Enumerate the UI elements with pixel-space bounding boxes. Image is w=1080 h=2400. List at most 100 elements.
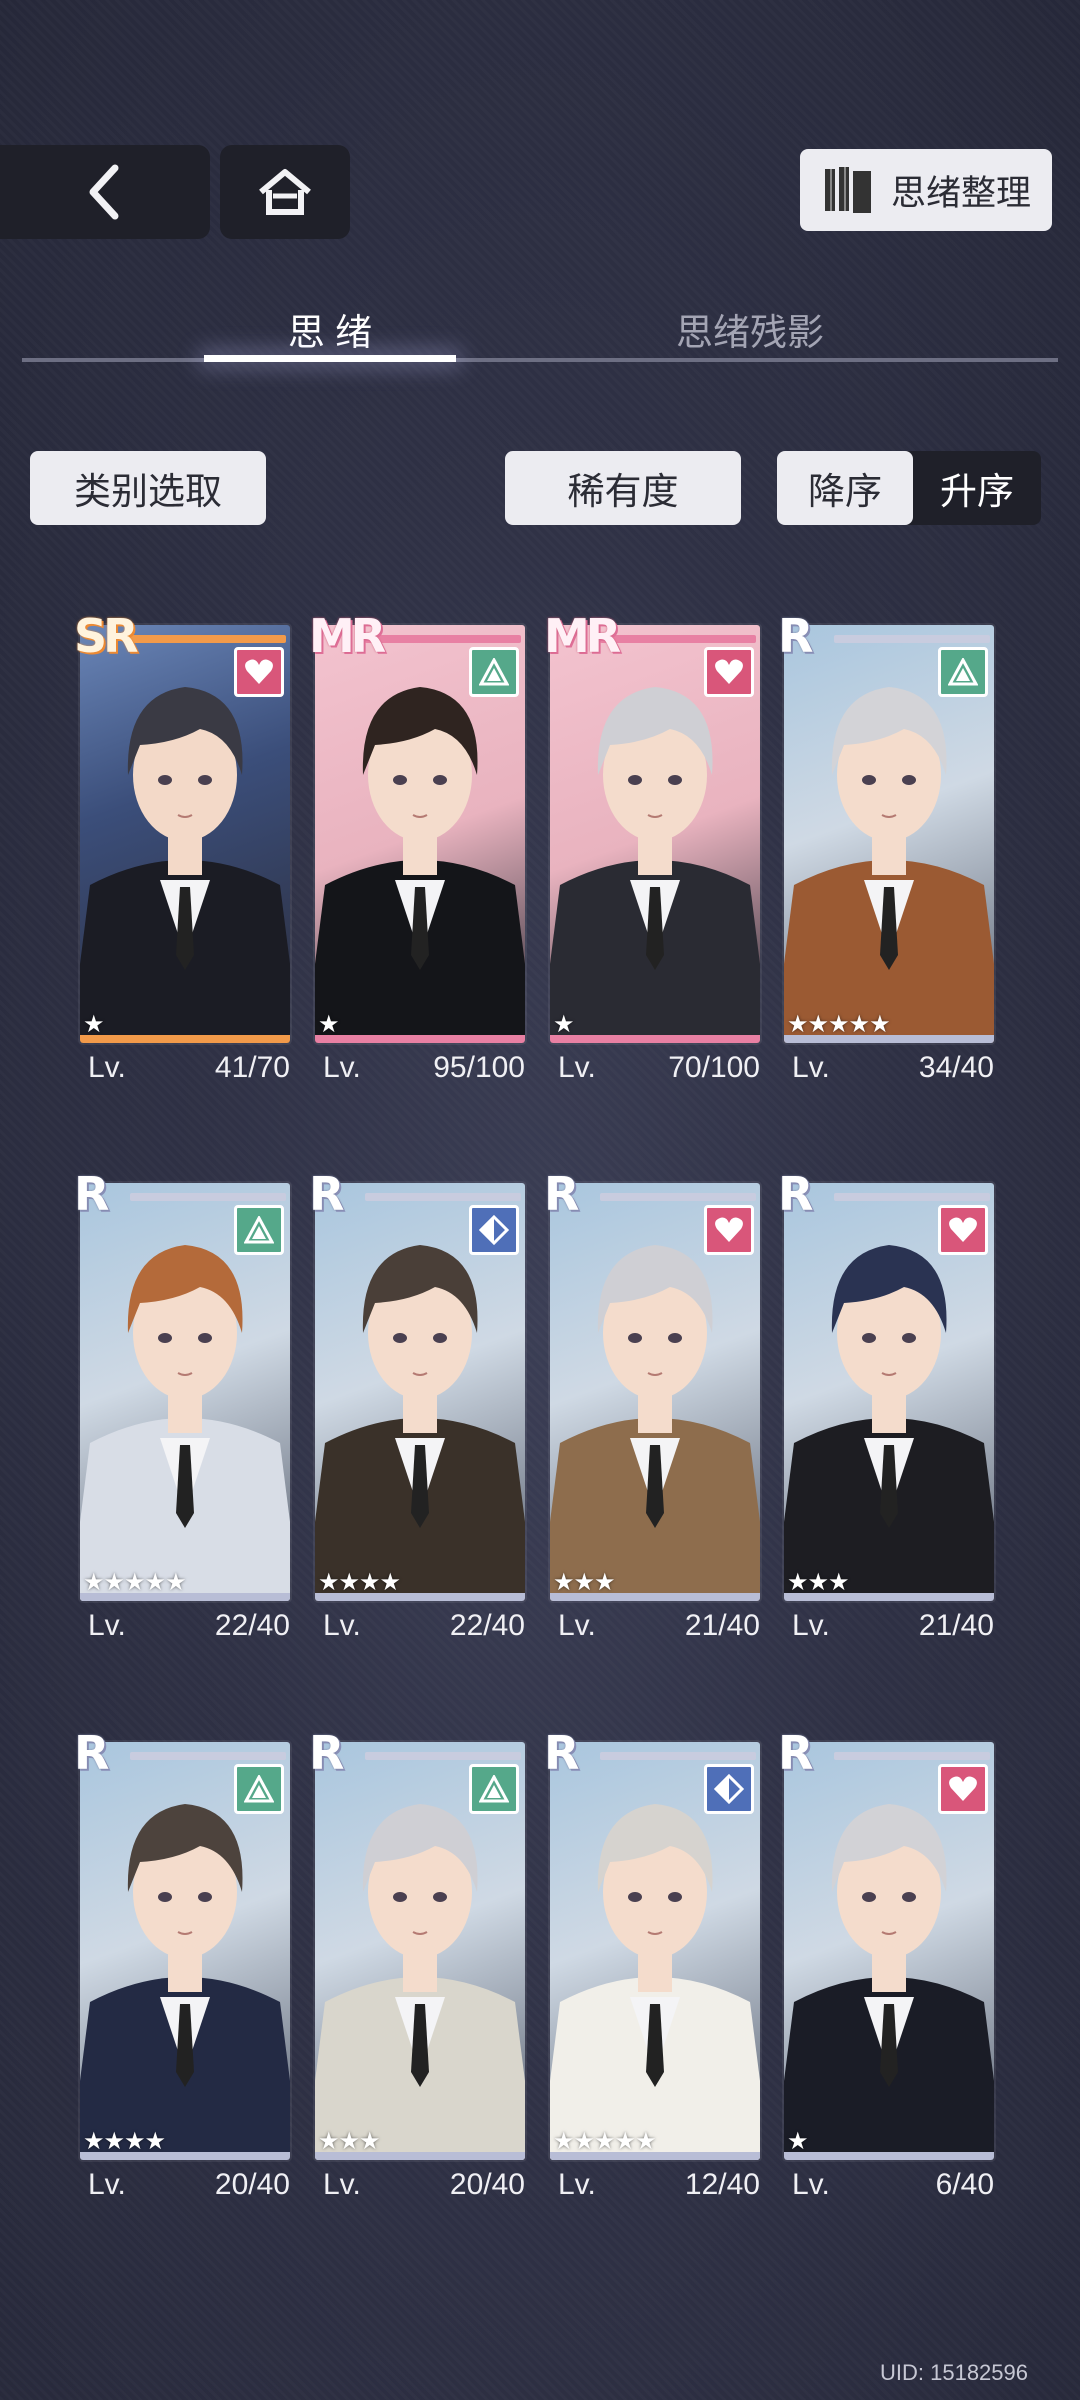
diamond-attribute-icon bbox=[469, 1205, 519, 1255]
rarity-sort-button[interactable]: 稀有度 bbox=[505, 451, 741, 525]
star-rating: ★ bbox=[83, 1011, 104, 1038]
organize-thoughts-button[interactable]: 思绪整理 bbox=[800, 149, 1052, 231]
level-label: Lv. bbox=[558, 1609, 596, 1642]
star-rating: ★★★ bbox=[787, 1569, 850, 1596]
rarity-badge: R bbox=[309, 1167, 344, 1221]
star-rating: ★★★★★ bbox=[83, 1569, 187, 1596]
card-top-bar bbox=[365, 1752, 521, 1760]
card-top-bar bbox=[834, 635, 990, 643]
thought-card[interactable]: R ★★★ Lv. 21/40 bbox=[544, 1167, 760, 1642]
triangle-attribute-icon bbox=[469, 647, 519, 697]
level-row: Lv. 6/40 bbox=[792, 2168, 994, 2202]
level-label: Lv. bbox=[88, 2168, 126, 2201]
rarity-badge: R bbox=[778, 1726, 813, 1780]
category-select-button[interactable]: 类别选取 bbox=[30, 451, 266, 525]
level-label: Lv. bbox=[323, 1609, 361, 1642]
level-row: Lv. 12/40 bbox=[558, 2168, 760, 2202]
organize-label: 思绪整理 bbox=[890, 173, 1031, 213]
thought-card[interactable]: MR ★ Lv. 70/100 bbox=[544, 609, 760, 1084]
card-top-bar bbox=[130, 1193, 286, 1201]
star-rating: ★ bbox=[553, 1011, 574, 1038]
level-label: Lv. bbox=[323, 2168, 361, 2201]
star-rating: ★ bbox=[787, 2128, 808, 2155]
rarity-badge: MR bbox=[309, 609, 386, 663]
card-top-bar bbox=[130, 635, 286, 643]
rarity-badge: R bbox=[74, 1726, 109, 1780]
rarity-badge: SR bbox=[74, 609, 139, 663]
thought-card[interactable]: MR ★ Lv. 95/100 bbox=[309, 609, 525, 1084]
rarity-badge: R bbox=[544, 1167, 579, 1221]
rarity-badge: R bbox=[778, 609, 813, 663]
thought-card[interactable]: R ★★★★★ Lv. 12/40 bbox=[544, 1726, 760, 2201]
level-row: Lv. 70/100 bbox=[558, 1051, 760, 1085]
level-value: 20/40 bbox=[214, 2168, 290, 2201]
thought-card[interactable]: R ★ Lv. 6/40 bbox=[778, 1726, 994, 2201]
rarity-badge: R bbox=[74, 1167, 109, 1221]
tab-thought-remnants[interactable]: 思绪残影 bbox=[620, 302, 880, 356]
heart-attribute-icon bbox=[704, 1205, 754, 1255]
level-value: 22/40 bbox=[449, 1609, 525, 1642]
level-label: Lv. bbox=[792, 2168, 830, 2201]
card-top-bar bbox=[834, 1193, 990, 1201]
thought-card[interactable]: R ★★★★ Lv. 20/40 bbox=[74, 1726, 290, 2201]
level-row: Lv. 95/100 bbox=[323, 1051, 525, 1085]
triangle-attribute-icon bbox=[938, 647, 988, 697]
level-label: Lv. bbox=[558, 2168, 596, 2201]
level-value: 21/40 bbox=[684, 1609, 760, 1642]
level-label: Lv. bbox=[323, 1051, 361, 1084]
heart-attribute-icon bbox=[938, 1205, 988, 1255]
star-rating: ★★★ bbox=[553, 1569, 616, 1596]
level-value: 22/40 bbox=[214, 1609, 290, 1642]
star-rating: ★★★★ bbox=[83, 2128, 166, 2155]
level-value: 20/40 bbox=[449, 2168, 525, 2201]
cards-icon bbox=[824, 167, 871, 213]
card-top-bar bbox=[600, 635, 756, 643]
level-row: Lv. 20/40 bbox=[323, 2168, 525, 2202]
rarity-badge: R bbox=[778, 1167, 813, 1221]
star-rating: ★★★★★ bbox=[553, 2128, 657, 2155]
tab-thoughts[interactable]: 思 绪 bbox=[204, 302, 456, 356]
rarity-label: 稀有度 bbox=[567, 471, 679, 512]
descending-button[interactable]: 降序 bbox=[777, 451, 913, 525]
triangle-attribute-icon bbox=[469, 1764, 519, 1814]
ascending-label: 升序 bbox=[940, 471, 1014, 512]
chevron-left-icon bbox=[89, 164, 119, 220]
card-top-bar bbox=[600, 1752, 756, 1760]
home-icon bbox=[259, 169, 311, 215]
thought-card[interactable]: R ★★★ Lv. 20/40 bbox=[309, 1726, 525, 2201]
card-top-bar bbox=[365, 1193, 521, 1201]
level-value: 41/70 bbox=[214, 1051, 290, 1084]
thought-card[interactable]: R ★★★★★ Lv. 22/40 bbox=[74, 1167, 290, 1642]
level-row: Lv. 22/40 bbox=[88, 1609, 290, 1643]
rarity-badge: R bbox=[544, 1726, 579, 1780]
thought-card[interactable]: SR ★ Lv. 41/70 bbox=[74, 609, 290, 1084]
ascending-button[interactable]: 升序 bbox=[913, 451, 1041, 525]
star-rating: ★★★★★ bbox=[787, 1011, 891, 1038]
level-row: Lv. 21/40 bbox=[558, 1609, 760, 1643]
thought-card[interactable]: R ★★★★★ Lv. 34/40 bbox=[778, 609, 994, 1084]
rarity-badge: R bbox=[309, 1726, 344, 1780]
level-value: 6/40 bbox=[935, 2168, 994, 2201]
tab-divider bbox=[22, 358, 1058, 362]
level-value: 70/100 bbox=[668, 1051, 760, 1084]
back-button[interactable] bbox=[0, 145, 210, 239]
rarity-badge: MR bbox=[544, 609, 621, 663]
thought-card[interactable]: R ★★★★ Lv. 22/40 bbox=[309, 1167, 525, 1642]
star-rating: ★ bbox=[318, 1011, 339, 1038]
heart-attribute-icon bbox=[234, 647, 284, 697]
category-label: 类别选取 bbox=[74, 471, 222, 512]
tab-active-indicator bbox=[204, 355, 456, 362]
level-row: Lv. 34/40 bbox=[792, 1051, 994, 1085]
level-label: Lv. bbox=[558, 1051, 596, 1084]
triangle-attribute-icon bbox=[234, 1764, 284, 1814]
level-row: Lv. 20/40 bbox=[88, 2168, 290, 2202]
card-top-bar bbox=[600, 1193, 756, 1201]
level-row: Lv. 41/70 bbox=[88, 1051, 290, 1085]
thought-card[interactable]: R ★★★ Lv. 21/40 bbox=[778, 1167, 994, 1642]
diamond-attribute-icon bbox=[704, 1764, 754, 1814]
tab-thoughts-label: 思 绪 bbox=[287, 312, 373, 353]
level-label: Lv. bbox=[792, 1051, 830, 1084]
level-row: Lv. 22/40 bbox=[323, 1609, 525, 1643]
star-rating: ★★★ bbox=[318, 2128, 381, 2155]
home-button[interactable] bbox=[220, 145, 350, 239]
